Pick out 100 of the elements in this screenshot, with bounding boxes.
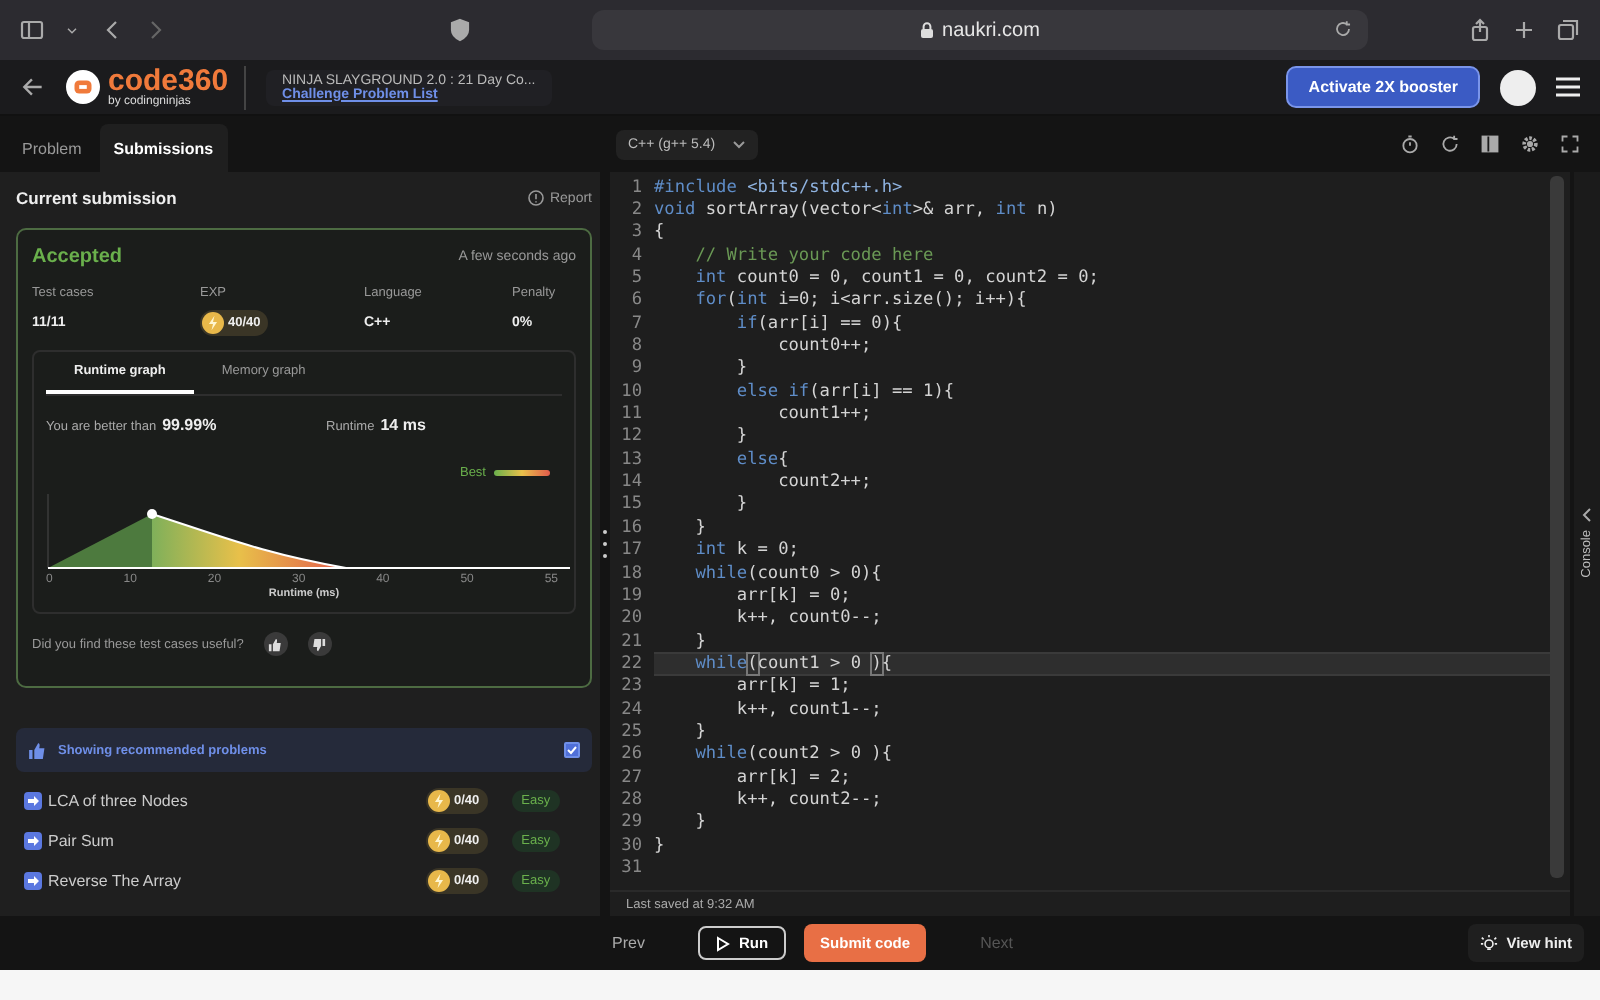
line-number: 8 xyxy=(629,336,644,357)
expand-icon[interactable] xyxy=(1560,134,1580,154)
line-number: 10 xyxy=(619,381,644,402)
code-line: else if(arr[i] == 1){ xyxy=(734,380,957,403)
code-line: #include <bits/stdc++.h> xyxy=(654,176,905,199)
code-line: } xyxy=(693,811,708,834)
line-number: 23 xyxy=(619,676,644,697)
thumbs-up-button[interactable] xyxy=(263,632,288,656)
problem-icon xyxy=(24,871,42,889)
line-number: 26 xyxy=(619,744,644,765)
code-line: } xyxy=(734,493,750,517)
code-line: while(count2 > 0 ){ xyxy=(693,743,895,766)
info-icon xyxy=(527,190,544,206)
shield-icon[interactable] xyxy=(448,18,472,42)
avatar[interactable] xyxy=(1500,69,1536,105)
line-number: 21 xyxy=(619,631,644,652)
chevron-left-icon[interactable] xyxy=(1582,508,1592,522)
status-label: Accepted xyxy=(32,246,123,268)
line-number: 5 xyxy=(629,268,644,289)
thumbs-down-icon xyxy=(312,637,327,651)
line-number: 24 xyxy=(619,699,644,720)
code-line: { xyxy=(654,221,667,245)
better-than-value: 99.99% xyxy=(162,416,217,434)
runtime-value: 14 ms xyxy=(380,416,426,434)
thumbs-down-button[interactable] xyxy=(307,632,332,656)
coin-icon xyxy=(428,789,450,811)
code-line: while(count0 > 0){ xyxy=(693,561,884,585)
problem-link[interactable]: Pair Sum xyxy=(42,831,426,849)
code-line: arr[k] = 2; xyxy=(734,765,853,789)
problem-link[interactable]: LCA of three Nodes xyxy=(42,791,426,809)
line-number: 27 xyxy=(619,767,644,788)
new-tab-icon[interactable] xyxy=(1512,18,1536,42)
code-line: else{ xyxy=(734,448,791,471)
line-number: 17 xyxy=(619,540,644,561)
logo-icon xyxy=(66,70,100,104)
logo-name: code360 xyxy=(108,66,229,96)
line-number: 18 xyxy=(619,563,644,584)
code-line: arr[k] = 0; xyxy=(734,584,853,608)
lock-icon xyxy=(920,22,935,38)
panel-tab[interactable]: Submissions xyxy=(99,124,228,172)
problem-link[interactable]: Reverse The Array xyxy=(42,871,426,889)
timer-icon[interactable] xyxy=(1400,134,1420,154)
code-line: } xyxy=(693,629,708,653)
sidebar-icon[interactable] xyxy=(20,18,44,42)
coin-icon xyxy=(428,829,450,851)
resize-handle-icon[interactable] xyxy=(602,528,608,560)
code-line: count1++; xyxy=(776,402,874,426)
line-number: 2 xyxy=(629,200,644,221)
prev-button[interactable]: Prev xyxy=(612,934,645,952)
code-line: void sortArray(vector<int>& arr, int n) xyxy=(654,198,1060,222)
panel-tab[interactable]: Problem xyxy=(8,124,96,172)
line-number: 6 xyxy=(629,290,644,311)
scrollbar[interactable] xyxy=(1550,176,1564,878)
code-line: } xyxy=(734,425,750,449)
tabs-icon[interactable] xyxy=(1556,18,1580,42)
back-arrow-icon[interactable] xyxy=(20,74,46,100)
code-line: count0++; xyxy=(776,334,874,358)
line-number: 31 xyxy=(619,857,644,878)
chevron-down-icon[interactable] xyxy=(64,22,80,38)
line-number: 15 xyxy=(619,494,644,515)
code-line: } xyxy=(693,516,708,539)
line-number: 14 xyxy=(619,472,644,493)
line-number: 20 xyxy=(619,608,644,629)
thumbs-up-icon xyxy=(268,637,283,651)
code-line: if(arr[i] == 0){ xyxy=(734,312,905,335)
share-icon[interactable] xyxy=(1468,18,1492,42)
code-line: for(int i=0; i<arr.size(); i++){ xyxy=(693,289,1029,313)
booster-button[interactable]: Activate 2X booster xyxy=(1286,66,1480,108)
code-line: k++, count2--; xyxy=(734,788,884,812)
problem-icon xyxy=(24,791,42,809)
settings-icon[interactable] xyxy=(1520,134,1540,154)
line-number: 16 xyxy=(619,517,644,538)
line-number: 12 xyxy=(619,426,644,447)
code-line: k++, count1--; xyxy=(734,697,884,721)
refresh-icon[interactable] xyxy=(1440,134,1460,154)
line-number: 22 xyxy=(619,653,644,674)
play-icon xyxy=(716,935,731,951)
code-line: // Write your code here xyxy=(693,244,936,267)
recommended-checkbox[interactable] xyxy=(564,742,580,758)
code-line: } xyxy=(693,720,708,744)
chevron-down-icon xyxy=(731,139,746,149)
layout-icon[interactable] xyxy=(1480,134,1500,154)
code-line: } xyxy=(654,833,667,857)
thumbs-up-icon xyxy=(28,741,46,759)
coin-icon xyxy=(202,311,224,333)
lightbulb-icon xyxy=(1480,934,1499,952)
line-number: 3 xyxy=(629,222,644,243)
code-line: int k = 0; xyxy=(693,539,801,562)
reload-icon[interactable] xyxy=(1334,20,1352,38)
url-text[interactable]: naukri.com xyxy=(942,19,1040,41)
line-number: 7 xyxy=(629,313,644,334)
code-line: k++, count0--; xyxy=(734,607,884,630)
line-number: 19 xyxy=(619,585,644,606)
menu-icon[interactable] xyxy=(1556,76,1580,98)
line-number: 9 xyxy=(629,358,644,379)
line-number: 13 xyxy=(619,449,644,470)
line-number: 4 xyxy=(629,245,644,266)
line-number: 30 xyxy=(619,835,644,856)
line-number: 11 xyxy=(619,404,644,425)
coin-icon xyxy=(428,869,450,891)
